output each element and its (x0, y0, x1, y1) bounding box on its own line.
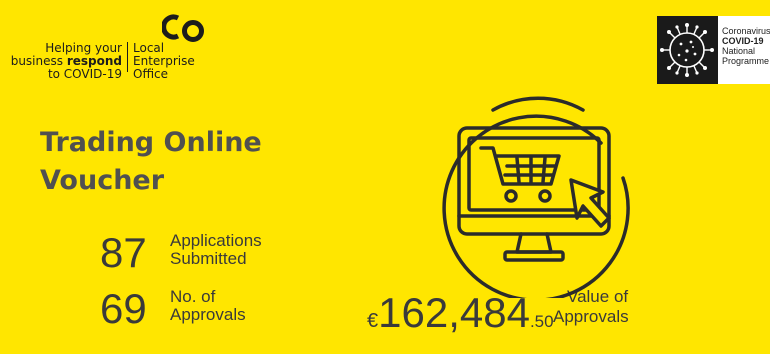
value-label-line2: Approvals (553, 307, 629, 326)
stat-approvals: 69 No. of Approvals (100, 284, 300, 334)
leo-logo: Helping your business respond to COVID-1… (6, 8, 221, 81)
tagline-line2-bold: respond (66, 54, 122, 68)
value-cents: .50 (529, 312, 554, 331)
approvals-label-line2: Approvals (170, 305, 246, 324)
applications-label-line2: Submitted (170, 249, 247, 268)
leo-name: Local Enterprise Office (133, 42, 195, 81)
online-shopping-monitor-icon (442, 96, 630, 298)
badge-line2: COVID-19 (722, 36, 764, 46)
badge-line1: Coronavirus (722, 26, 770, 36)
value-amount: €162,484.50 (367, 292, 554, 343)
title-line2: Voucher (40, 165, 165, 196)
covid-programme-badge: Coronavirus COVID-19 National Programme (657, 16, 770, 84)
approvals-number: 69 (100, 285, 147, 332)
logo-divider (127, 42, 128, 72)
applications-number: 87 (100, 229, 147, 276)
value-currency: € (367, 310, 379, 332)
canvas: Helping your business respond to COVID-1… (0, 0, 776, 360)
virus-icon (657, 16, 718, 84)
title-line1: Trading Online (40, 127, 262, 158)
voucher-panel: Helping your business respond to COVID-1… (0, 0, 770, 354)
logo-tagline: Helping your business respond to COVID-1… (6, 42, 122, 81)
applications-label-line1: Applications (170, 231, 262, 250)
tagline-line3: to COVID-19 (47, 67, 122, 81)
tagline-line2-prefix: business (10, 54, 67, 68)
stat-applications: 87 Applications Submitted (100, 228, 300, 278)
covid-badge-text: Coronavirus COVID-19 National Programme (722, 26, 770, 66)
org-line3: Office (133, 67, 169, 81)
badge-line4: Programme (722, 56, 770, 66)
page-title: Trading Online Voucher (40, 124, 262, 200)
badge-line3: National (722, 46, 756, 56)
approvals-label-line1: No. of (170, 287, 216, 306)
